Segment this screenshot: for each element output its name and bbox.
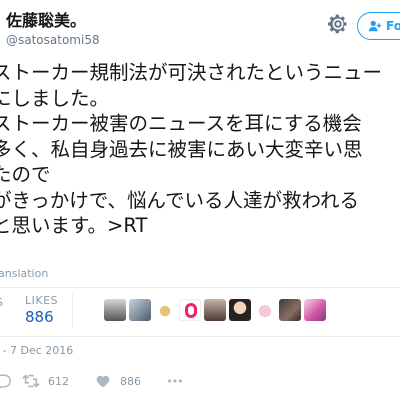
retweet-icon <box>22 374 40 388</box>
avatar[interactable] <box>279 299 301 321</box>
translate-link[interactable]: anslation <box>0 267 48 280</box>
likes-label[interactable]: LIKES <box>25 294 58 307</box>
timestamp[interactable]: l - 7 Dec 2016 <box>0 344 73 357</box>
display-name[interactable]: 佐藤聡美。 <box>6 7 86 31</box>
tweet-line: 多く、私自身過去に被害にあい大変辛い思 <box>0 137 363 161</box>
avatar[interactable] <box>179 299 201 321</box>
retweet-action[interactable]: 612 <box>22 372 69 390</box>
tweet-line: にしました。 <box>0 86 110 110</box>
tweet-line: がきっかけで、悩んでいる人達が救われる <box>0 188 359 212</box>
tweet-line: と思います。>RT <box>0 214 148 237</box>
liker-avatars <box>104 299 326 323</box>
more-action[interactable] <box>166 372 184 390</box>
follow-person-icon <box>368 20 382 32</box>
username[interactable]: @satosatomi58 <box>6 33 100 47</box>
retweet-count: 612 <box>48 374 69 388</box>
tweet-line: ストーカー規制法が可決されたというニュー <box>0 61 383 84</box>
avatar[interactable] <box>129 299 151 321</box>
like-icon <box>96 375 110 388</box>
like-count: 886 <box>120 374 141 388</box>
more-icon <box>167 379 183 383</box>
avatar[interactable] <box>229 299 251 321</box>
likes-count[interactable]: 886 <box>25 308 54 326</box>
tweet-line: ストーカー被害のニュースを耳にする機会 <box>0 112 362 135</box>
avatar[interactable] <box>304 299 326 321</box>
tweet-line: たので <box>0 163 51 186</box>
avatar[interactable] <box>254 299 276 321</box>
gear-icon[interactable] <box>326 12 350 36</box>
follow-label: Fo <box>386 19 400 33</box>
stat-separator <box>72 294 73 328</box>
avatar[interactable] <box>154 299 176 321</box>
follow-button[interactable]: Fo <box>357 12 400 40</box>
tweet-actions: 612 886 <box>0 368 400 396</box>
tweet-text: ストーカー規制法が可決されたというニュー にしました。 ストーカー被害のニュース… <box>0 60 400 239</box>
reply-icon <box>0 374 11 389</box>
avatar[interactable] <box>204 299 226 321</box>
retweets-label[interactable]: S <box>0 296 3 309</box>
divider <box>0 287 400 288</box>
avatar[interactable] <box>104 299 126 321</box>
divider <box>0 336 400 337</box>
like-action[interactable]: 886 <box>94 372 141 390</box>
reply-action[interactable] <box>0 372 12 390</box>
tweet-header: 佐藤聡美。 @satosatomi58 Fo <box>0 0 400 58</box>
